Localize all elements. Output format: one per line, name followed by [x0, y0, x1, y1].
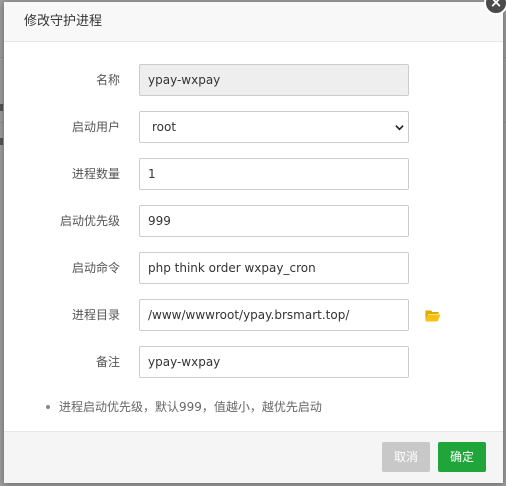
background-mark: [0, 138, 3, 145]
chevron-down-icon: [395, 125, 404, 131]
priority-input[interactable]: 999: [139, 205, 409, 237]
form-row-remark: 备注 ypay-wxpay: [4, 346, 503, 378]
form-row-directory: 进程目录 /www/wwwroot/ypay.brsmart.top/: [4, 299, 503, 331]
command-input[interactable]: php think order wxpay_cron: [139, 252, 409, 284]
form-row-num-procs: 进程数量 1: [4, 158, 503, 190]
num-procs-label: 进程数量: [71, 167, 120, 181]
tip-item: 进程启动优先级，默认999，值越小，越优先启动: [59, 400, 322, 414]
user-select[interactable]: root: [139, 111, 409, 143]
tips-list: 进程启动优先级，默认999，值越小，越优先启动: [46, 398, 322, 415]
form-row-user: 启动用户 root: [4, 111, 503, 143]
user-label: 启动用户: [71, 120, 120, 134]
form-row-priority: 启动优先级 999: [4, 205, 503, 237]
priority-label: 启动优先级: [59, 214, 120, 228]
name-field: ypay-wxpay: [139, 64, 409, 96]
remark-input[interactable]: ypay-wxpay: [139, 346, 409, 378]
dialog-title: 修改守护进程: [24, 14, 103, 29]
background-mark: [0, 104, 3, 111]
remark-label: 备注: [95, 355, 120, 369]
command-label: 启动命令: [71, 261, 120, 275]
directory-input[interactable]: /www/wwwroot/ypay.brsmart.top/: [139, 299, 409, 331]
dialog-header: 修改守护进程: [4, 2, 503, 42]
form-row-name: 名称 ypay-wxpay: [4, 64, 503, 96]
num-procs-input[interactable]: 1: [139, 158, 409, 190]
dialog-footer: 取消 确定: [4, 431, 503, 483]
bullet-icon: [46, 404, 50, 409]
cancel-button[interactable]: 取消: [382, 442, 430, 472]
edit-daemon-dialog: 修改守护进程 × 名称 ypay-wxpay 启动用户 root 进程数量 1 …: [4, 0, 506, 483]
form-row-command: 启动命令 php think order wxpay_cron: [4, 252, 503, 284]
confirm-button[interactable]: 确定: [438, 442, 486, 472]
directory-label: 进程目录: [71, 308, 120, 322]
folder-open-icon[interactable]: [425, 309, 441, 322]
name-label: 名称: [95, 73, 120, 87]
user-select-value: root: [152, 120, 177, 134]
